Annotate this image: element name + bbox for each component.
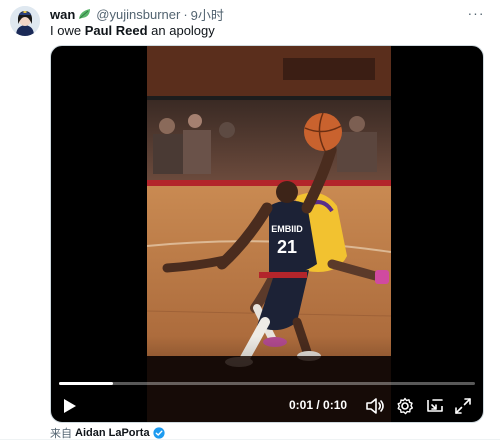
separator-dot: · — [183, 6, 188, 22]
video-player[interactable]: EMBIID 21 0:01 / 0:10 — [50, 45, 484, 423]
current-time: 0:01 — [289, 398, 314, 412]
picture-in-picture-button[interactable] — [425, 396, 445, 416]
time-readout: 0:01 / 0:10 — [289, 398, 347, 412]
seek-progress — [59, 382, 114, 385]
tweet[interactable]: wan @yujinsburner · 9小时 ··· I owe Paul R… — [0, 0, 500, 440]
tweet-text-mention: Paul Reed — [84, 23, 148, 38]
avatar-image — [10, 6, 40, 36]
handle[interactable]: @yujinsburner — [96, 7, 180, 22]
time-divider: / — [313, 398, 324, 412]
play-button[interactable] — [61, 397, 79, 415]
play-icon — [64, 399, 76, 413]
video-frame[interactable]: EMBIID 21 — [147, 46, 391, 422]
tweet-text-before: I owe — [50, 23, 85, 38]
picture-in-picture-icon — [427, 399, 443, 412]
fullscreen-button[interactable] — [453, 396, 473, 416]
seek-bar[interactable] — [59, 382, 475, 385]
leaf-icon — [78, 8, 92, 20]
settings-icon — [397, 397, 413, 415]
tweet-text: I owe Paul Reed an apology — [50, 23, 215, 39]
source-name[interactable]: Aidan LaPorta — [75, 427, 150, 439]
tweet-header: wan @yujinsburner · 9小时 — [50, 5, 224, 23]
volume-button[interactable] — [365, 396, 385, 416]
more-button[interactable]: ··· — [466, 5, 486, 21]
duration: 0:10 — [323, 398, 348, 412]
more-icon: ··· — [467, 5, 485, 21]
fullscreen-icon — [455, 398, 471, 414]
jersey-name: EMBIID — [271, 224, 303, 234]
video-controls: 0:01 / 0:10 — [51, 394, 483, 418]
avatar[interactable] — [10, 6, 40, 36]
volume-icon — [366, 398, 384, 414]
verified-badge-icon — [152, 427, 165, 439]
tweet-text-after: an apology — [147, 23, 215, 38]
jersey-number: 21 — [277, 237, 297, 257]
settings-button[interactable] — [395, 396, 415, 416]
video-attribution: 来自 Aidan LaPorta — [50, 425, 165, 440]
timestamp[interactable]: 9小时 — [191, 5, 224, 24]
display-name[interactable]: wan — [50, 7, 75, 22]
from-label: 来自 — [50, 428, 72, 440]
